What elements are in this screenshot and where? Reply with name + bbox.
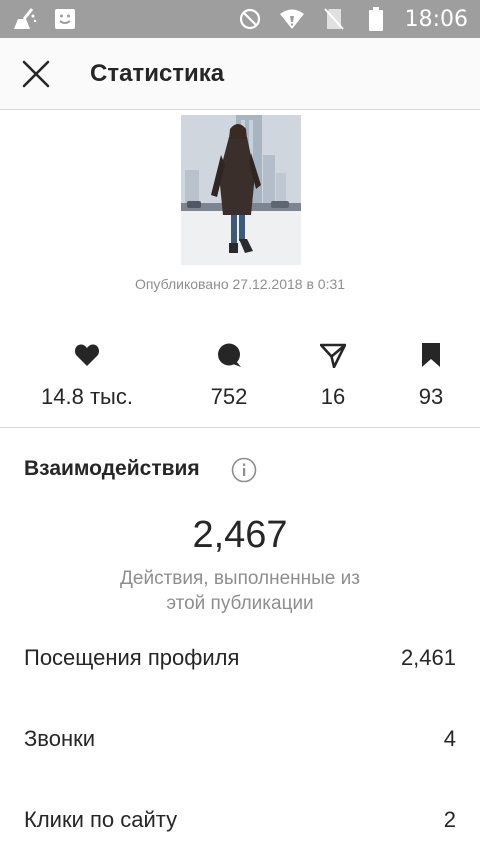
page-title: Статистика xyxy=(90,60,225,87)
row-value: 4 xyxy=(443,726,456,751)
top-bar: Статистика xyxy=(0,38,480,110)
close-button[interactable] xyxy=(16,54,56,94)
face-screen-icon xyxy=(52,6,78,32)
no-sim-icon xyxy=(321,6,347,32)
share-icon xyxy=(320,343,346,368)
heart-icon xyxy=(74,344,100,366)
comment-icon xyxy=(218,343,241,367)
interactions-caption: Действия, выполненные из этой публикации xyxy=(120,568,360,614)
saves-count: 93 xyxy=(418,384,444,409)
divider xyxy=(0,427,480,428)
profile-visits-row: Посещения профиля 2,461 xyxy=(24,645,456,671)
likes-stat: 14.8 тыс. xyxy=(17,338,157,410)
status-bar: 18:06 xyxy=(0,0,480,38)
interactions-title: Взаимодействия xyxy=(24,457,200,480)
close-icon xyxy=(22,60,50,88)
website-clicks-row: Клики по сайту 2 xyxy=(24,807,456,833)
interactions-total: 2,467 xyxy=(192,514,288,556)
battery-icon xyxy=(363,6,389,32)
calls-row: Звонки 4 xyxy=(24,726,456,752)
row-value: 2,461 xyxy=(400,645,456,670)
do-not-disturb-icon xyxy=(237,6,263,32)
bookmark-icon xyxy=(422,343,440,367)
saves-stat: 93 xyxy=(361,338,480,410)
row-label: Клики по сайту xyxy=(24,807,178,832)
cleaner-icon xyxy=(12,6,38,32)
wifi-icon xyxy=(279,6,305,32)
info-icon[interactable] xyxy=(231,457,257,483)
published-date: Опубликовано 27.12.2018 в 0:31 xyxy=(134,276,346,292)
status-time: 18:06 xyxy=(404,6,468,32)
post-thumbnail[interactable] xyxy=(181,115,301,265)
likes-count: 14.8 тыс. xyxy=(41,384,133,409)
row-label: Посещения профиля xyxy=(24,645,240,670)
row-value: 2 xyxy=(443,807,456,832)
row-label: Звонки xyxy=(24,726,96,751)
engagement-stats: 14.8 тыс. 752 16 93 xyxy=(0,338,480,418)
